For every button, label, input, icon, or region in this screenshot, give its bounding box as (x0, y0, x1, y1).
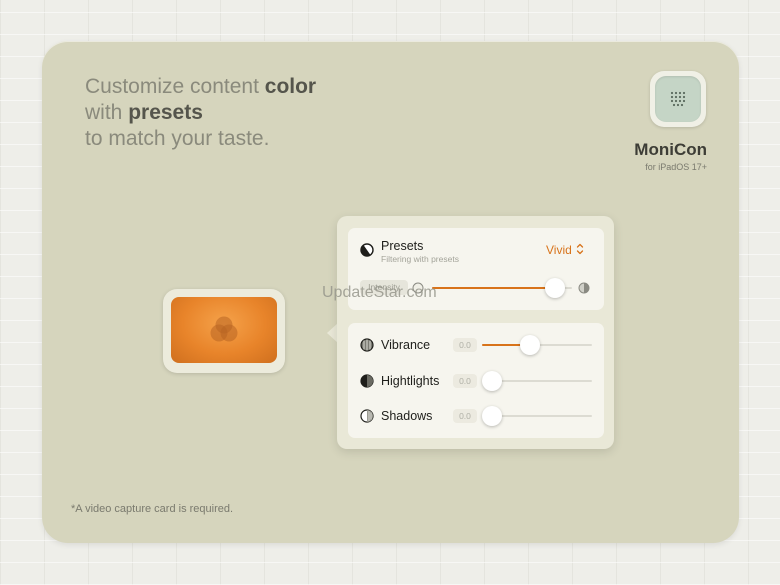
shadows-label: Shadows (381, 409, 433, 423)
presets-label: Presets (381, 239, 424, 253)
content-preview (171, 297, 277, 363)
highlights-value[interactable]: 0.0 (453, 374, 477, 388)
half-filled-circle-icon (360, 374, 374, 388)
app-icon (650, 71, 706, 127)
headline: Customize content color with presets to … (85, 74, 316, 152)
shadows-value[interactable]: 0.0 (453, 409, 477, 423)
monitor-grid-icon (655, 76, 701, 122)
footnote: *A video capture card is required. (71, 503, 234, 515)
presets-sublabel: Filtering with presets (381, 254, 459, 264)
headline-highlight: presets (128, 101, 203, 124)
intensity-slider-fill (432, 287, 556, 289)
chevron-up-down-icon[interactable] (576, 242, 584, 256)
intensity-slider[interactable] (432, 278, 572, 298)
content-preview-frame (163, 289, 285, 373)
preset-selector[interactable]: Vivid (546, 243, 572, 257)
headline-highlight: color (264, 75, 317, 98)
shadows-slider-thumb[interactable] (482, 406, 502, 426)
vibrance-slider[interactable] (482, 335, 592, 355)
vibrance-label: Vibrance (381, 338, 431, 352)
adjustments-section: Vibrance 0.0 Hightlights 0.0 Shadows 0.0 (348, 323, 604, 438)
app-subtitle: for iPadOS 17+ (645, 162, 707, 172)
headline-text: Customize content (85, 75, 265, 98)
app-name: MoniCon (634, 140, 707, 159)
high-intensity-icon (578, 282, 590, 294)
intensity-slider-thumb[interactable] (545, 278, 566, 298)
shadows-slider[interactable] (482, 406, 592, 426)
half-striped-circle-icon (360, 409, 374, 423)
half-circle-icon (360, 243, 374, 257)
color-blend-icon (210, 316, 238, 342)
headline-text: with (85, 101, 129, 124)
highlights-slider[interactable] (482, 371, 592, 391)
vibrance-value[interactable]: 0.0 (453, 338, 477, 352)
watermark: UpdateStar.com (322, 284, 437, 301)
highlights-slider-thumb[interactable] (482, 371, 502, 391)
striped-circle-icon (360, 338, 374, 352)
adjustments-popover: Presets Filtering with presets Vivid Int… (337, 216, 614, 449)
vibrance-slider-thumb[interactable] (520, 335, 541, 355)
highlights-label: Hightlights (381, 374, 440, 388)
headline-text: to match your taste. (85, 127, 270, 150)
